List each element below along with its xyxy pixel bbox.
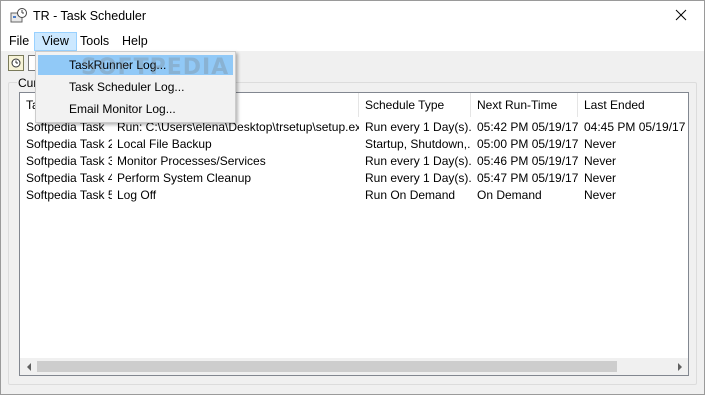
chevron-left-icon[interactable]	[20, 358, 37, 375]
cell-task-name: Softpedia Task 3	[26, 154, 112, 168]
col-next-run-time[interactable]: Next Run-Time	[471, 93, 578, 117]
cell-next-run-time: 05:42 PM 05/19/17	[477, 120, 578, 134]
cell-action: Monitor Processes/Services	[117, 154, 266, 168]
table-row[interactable]: Softpedia Task 5 Log Off Run On Demand O…	[20, 187, 688, 204]
menu-tools[interactable]: Tools	[73, 32, 116, 51]
cell-schedule-type: Run every 1 Day(s).	[365, 154, 471, 168]
col-schedule-type[interactable]: Schedule Type	[359, 93, 471, 117]
cell-task-name: Softpedia Task 2	[26, 137, 112, 151]
col-last-ended[interactable]: Last Ended	[578, 93, 688, 117]
cell-last-ended: Never	[584, 171, 617, 185]
chevron-right-icon[interactable]	[671, 358, 688, 375]
menu-item-taskrunner-log[interactable]: TaskRunner Log...	[38, 55, 233, 75]
title-bar: TR - Task Scheduler	[1, 1, 704, 31]
menu-item-email-monitor-log[interactable]: Email Monitor Log...	[38, 99, 233, 119]
cell-next-run-time: 05:00 PM 05/19/17	[477, 137, 578, 151]
cell-action: Log Off	[117, 188, 157, 202]
scheduler-app-icon	[10, 8, 28, 25]
cell-next-run-time: 05:46 PM 05/19/17	[477, 154, 578, 168]
main-window: TR - Task Scheduler File View Tools Help	[0, 0, 705, 395]
menu-help[interactable]: Help	[115, 32, 155, 51]
cell-schedule-type: Startup, Shutdown,...	[365, 137, 471, 151]
menu-bar: File View Tools Help	[1, 31, 704, 51]
cell-schedule-type: Run every 1 Day(s).	[365, 120, 471, 134]
view-menu-dropdown: TaskRunner Log... Task Scheduler Log... …	[35, 51, 236, 123]
cell-action: Local File Backup	[117, 137, 212, 151]
menu-item-task-scheduler-log[interactable]: Task Scheduler Log...	[38, 77, 233, 97]
table-row[interactable]: Softpedia Task 2 Local File Backup Start…	[20, 136, 688, 153]
cell-schedule-type: Run On Demand	[365, 188, 456, 202]
close-icon	[675, 9, 687, 24]
close-button[interactable]	[658, 1, 704, 31]
cell-schedule-type: Run every 1 Day(s).	[365, 171, 471, 185]
menu-file[interactable]: File	[2, 32, 36, 51]
toolbar-action-icon[interactable]	[8, 55, 24, 71]
cell-last-ended: Never	[584, 188, 617, 202]
cell-last-ended: Never	[584, 137, 617, 151]
cell-action: Perform System Cleanup	[117, 171, 252, 185]
cell-task-name: Softpedia Task 5	[26, 188, 112, 202]
cell-task-name: Softpedia Task 4	[26, 171, 112, 185]
window-title: TR - Task Scheduler	[33, 9, 147, 23]
menu-view[interactable]: View	[34, 32, 77, 51]
cell-last-ended: Never	[584, 154, 617, 168]
horizontal-scrollbar[interactable]	[20, 358, 688, 375]
table-row[interactable]: Softpedia Task 3 Monitor Processes/Servi…	[20, 153, 688, 170]
cell-last-ended: 04:45 PM 05/19/17	[584, 120, 686, 134]
cell-next-run-time: 05:47 PM 05/19/17	[477, 171, 578, 185]
cell-next-run-time: On Demand	[477, 188, 542, 202]
table-row[interactable]: Softpedia Task 4 Perform System Cleanup …	[20, 170, 688, 187]
task-list[interactable]: Ta Schedule Type Next Run-Time Last Ende…	[19, 92, 689, 376]
scrollbar-thumb[interactable]	[37, 361, 617, 372]
